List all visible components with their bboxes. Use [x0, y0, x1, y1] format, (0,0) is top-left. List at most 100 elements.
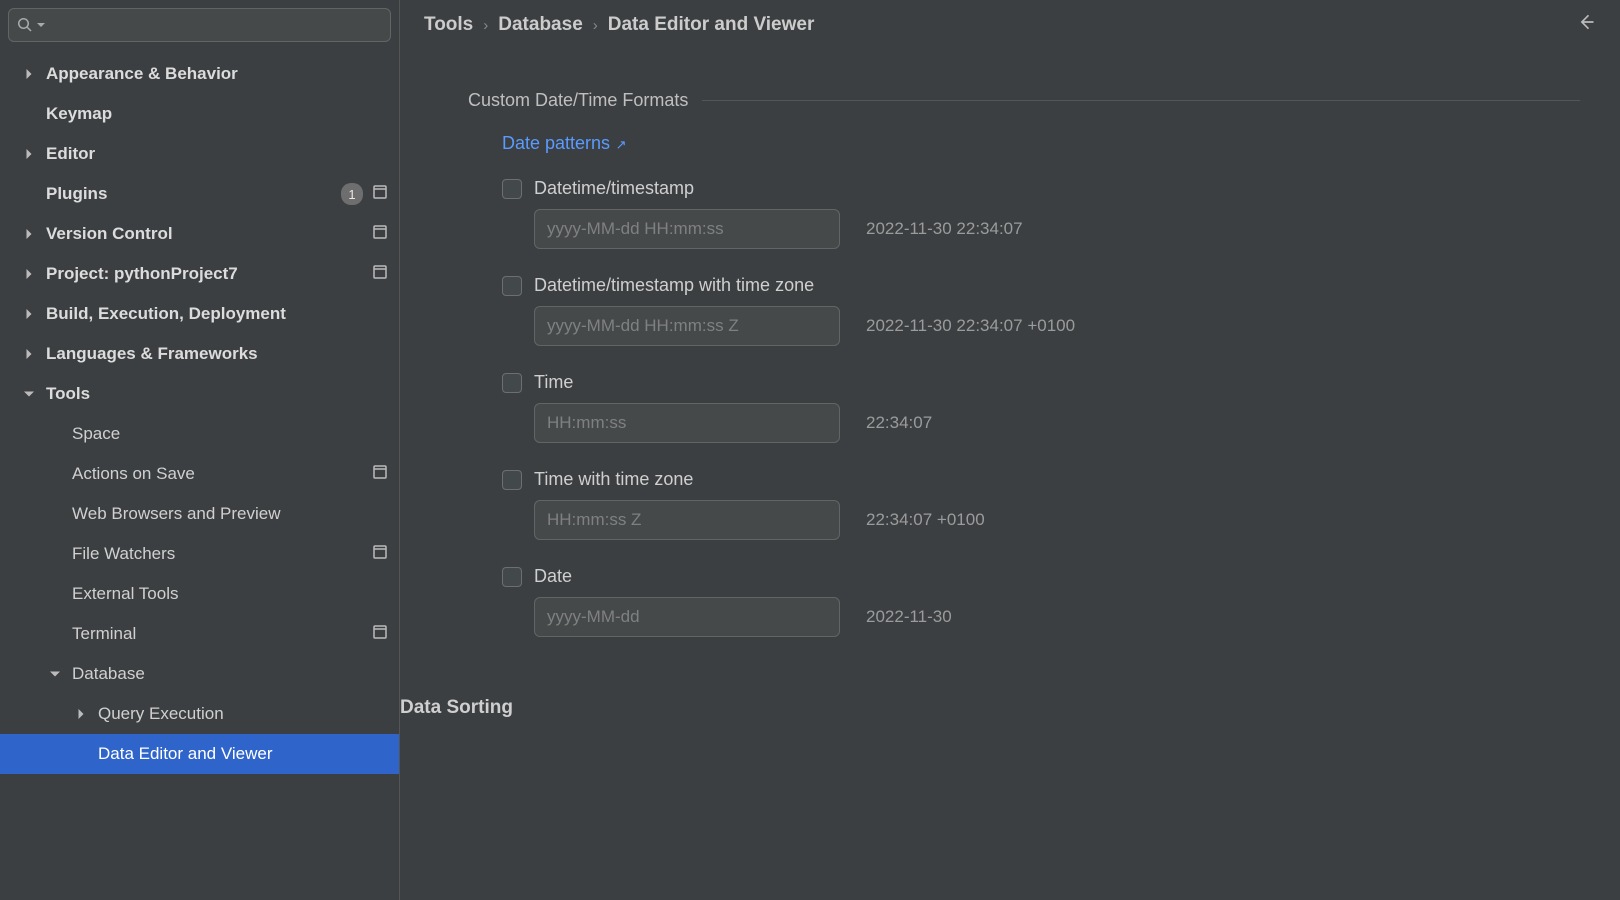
sidebar-item-label: Project: pythonProject7	[46, 264, 373, 284]
date-patterns-link[interactable]: Date patterns ↗	[502, 133, 627, 153]
project-scope-icon	[373, 224, 387, 244]
format-example: 2022-11-30 22:34:07 +0100	[866, 316, 1075, 336]
enable-format-checkbox[interactable]	[502, 179, 522, 199]
format-label: Datetime/timestamp	[534, 178, 694, 199]
data-sorting-section: Data Sorting	[400, 663, 1620, 719]
sidebar-item-build-execution-deployment[interactable]: Build, Execution, Deployment	[0, 294, 399, 334]
sidebar-item-label: Data Editor and Viewer	[98, 744, 387, 764]
sidebar-item-label: Languages & Frameworks	[46, 344, 387, 364]
search-box[interactable]	[8, 8, 391, 42]
project-scope-icon	[373, 184, 387, 204]
chevron-down-icon[interactable]	[20, 389, 38, 399]
count-badge: 1	[341, 183, 363, 205]
sidebar-item-external-tools[interactable]: External Tools	[0, 574, 399, 614]
breadcrumb-item: Data Editor and Viewer	[608, 14, 815, 36]
format-pattern-input[interactable]	[534, 500, 840, 540]
chevron-right-icon[interactable]	[72, 709, 90, 719]
arrow-left-icon	[1576, 12, 1596, 32]
section-title: Custom Date/Time Formats	[468, 90, 688, 111]
chevron-right-icon[interactable]	[20, 349, 38, 359]
sidebar-item-version-control[interactable]: Version Control	[0, 214, 399, 254]
sidebar-item-editor[interactable]: Editor	[0, 134, 399, 174]
sidebar-item-label: Plugins	[46, 184, 341, 204]
search-input[interactable]	[49, 17, 382, 34]
main-scroll: Custom Date/Time Formats Date patterns ↗…	[400, 50, 1620, 900]
chevron-down-icon	[37, 21, 45, 29]
enable-format-checkbox[interactable]	[502, 373, 522, 393]
format-group: Datetime/timestamp with time zone 2022-11…	[440, 257, 1580, 354]
format-example: 22:34:07	[866, 413, 932, 433]
sidebar-item-keymap[interactable]: Keymap	[0, 94, 399, 134]
custom-formats-section: Custom Date/Time Formats Date patterns ↗…	[400, 90, 1620, 645]
sidebar-item-label: Appearance & Behavior	[46, 64, 387, 84]
format-pattern-input[interactable]	[534, 306, 840, 346]
project-scope-icon	[373, 624, 387, 644]
format-example: 2022-11-30 22:34:07	[866, 219, 1023, 239]
format-label: Date	[534, 566, 572, 587]
format-example: 2022-11-30	[866, 607, 952, 627]
sidebar-item-plugins[interactable]: Plugins1	[0, 174, 399, 214]
settings-tree: Appearance & Behavior Keymap Editor Plugins…	[0, 50, 399, 900]
format-pattern-input[interactable]	[534, 597, 840, 637]
enable-format-checkbox[interactable]	[502, 470, 522, 490]
format-pattern-input[interactable]	[534, 209, 840, 249]
sidebar-item-languages-frameworks[interactable]: Languages & Frameworks	[0, 334, 399, 374]
sidebar-item-label: Actions on Save	[72, 464, 373, 484]
chevron-right-icon[interactable]	[20, 229, 38, 239]
breadcrumb-item[interactable]: Tools	[424, 14, 473, 36]
content-area: Tools › Database › Data Editor and Viewe…	[400, 0, 1620, 900]
format-label: Time	[534, 372, 573, 393]
format-group: Date 2022-11-30	[440, 548, 1580, 645]
sidebar-item-tools[interactable]: Tools	[0, 374, 399, 414]
sidebar-item-label: Database	[72, 664, 387, 684]
format-group: Time 22:34:07	[440, 354, 1580, 451]
sidebar-item-label: Editor	[46, 144, 387, 164]
chevron-right-icon[interactable]	[20, 309, 38, 319]
sidebar-item-label: Space	[72, 424, 387, 444]
sidebar-item-label: Build, Execution, Deployment	[46, 304, 387, 324]
sidebar-item-database[interactable]: Database	[0, 654, 399, 694]
project-scope-icon	[373, 544, 387, 564]
sidebar-item-label: Query Execution	[98, 704, 387, 724]
format-group: Time with time zone 22:34:07 +0100	[440, 451, 1580, 548]
chevron-right-icon[interactable]	[20, 269, 38, 279]
search-icon	[17, 17, 33, 33]
sidebar-item-label: Terminal	[72, 624, 373, 644]
project-scope-icon	[373, 464, 387, 484]
divider	[702, 100, 1580, 101]
chevron-down-icon[interactable]	[46, 669, 64, 679]
sidebar-item-label: Tools	[46, 384, 387, 404]
breadcrumb-sep: ›	[483, 17, 488, 34]
breadcrumb: Tools › Database › Data Editor and Viewe…	[400, 0, 1620, 50]
sidebar: Appearance & Behavior Keymap Editor Plugins…	[0, 0, 400, 900]
format-example: 22:34:07 +0100	[866, 510, 985, 530]
sidebar-item-label: Web Browsers and Preview	[72, 504, 387, 524]
sidebar-item-label: File Watchers	[72, 544, 373, 564]
sidebar-item-label: External Tools	[72, 584, 387, 604]
breadcrumb-item[interactable]: Database	[498, 14, 583, 36]
enable-format-checkbox[interactable]	[502, 276, 522, 296]
format-pattern-input[interactable]	[534, 403, 840, 443]
format-group: Datetime/timestamp 2022-11-30 22:34:07	[440, 160, 1580, 257]
sidebar-item-query-execution[interactable]: Query Execution	[0, 694, 399, 734]
sidebar-item-label: Keymap	[46, 104, 387, 124]
search-wrap	[0, 0, 399, 50]
sidebar-item-file-watchers[interactable]: File Watchers	[0, 534, 399, 574]
format-label: Datetime/timestamp with time zone	[534, 275, 814, 296]
sidebar-item-terminal[interactable]: Terminal	[0, 614, 399, 654]
sidebar-item-space[interactable]: Space	[0, 414, 399, 454]
sidebar-item-actions-on-save[interactable]: Actions on Save	[0, 454, 399, 494]
sidebar-item-project-pythonproject7[interactable]: Project: pythonProject7	[0, 254, 399, 294]
back-button[interactable]	[1576, 12, 1596, 38]
enable-format-checkbox[interactable]	[502, 567, 522, 587]
chevron-right-icon[interactable]	[20, 69, 38, 79]
sidebar-item-data-editor-and-viewer[interactable]: Data Editor and Viewer	[0, 734, 399, 774]
section-title: Data Sorting	[400, 663, 1580, 719]
breadcrumb-sep: ›	[593, 17, 598, 34]
chevron-right-icon[interactable]	[20, 149, 38, 159]
format-label: Time with time zone	[534, 469, 693, 490]
sidebar-item-appearance-behavior[interactable]: Appearance & Behavior	[0, 54, 399, 94]
sidebar-item-label: Version Control	[46, 224, 373, 244]
sidebar-item-web-browsers-and-preview[interactable]: Web Browsers and Preview	[0, 494, 399, 534]
project-scope-icon	[373, 264, 387, 284]
